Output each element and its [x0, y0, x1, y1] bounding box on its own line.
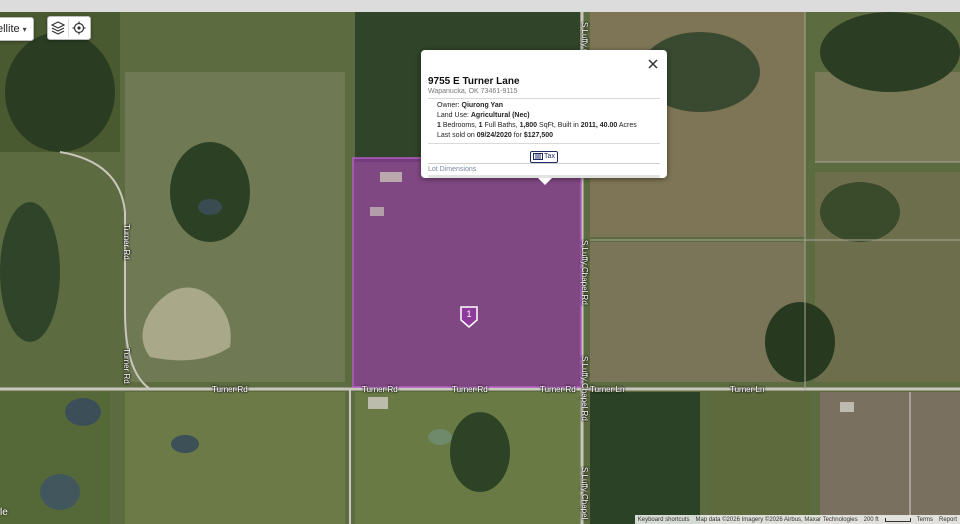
property-address: 9755 E Turner Lane	[428, 76, 520, 87]
close-popup-button[interactable]	[647, 57, 659, 69]
building-stats-line: 1 Bedrooms, 1 Full Baths, 1,800 SqFt, Bu…	[437, 121, 660, 131]
land-use-value: Agricultural (Nec)	[470, 112, 530, 119]
road-label-turner-rd-vertical: Turner Rd	[122, 348, 131, 384]
lot-dimensions-link[interactable]: Lot Dimensions	[428, 163, 660, 173]
road-label-s-luffy-chapel-rd: S Luffy Chapel Rd	[580, 240, 589, 305]
land-use-line: Land Use: Agricultural (Nec)	[437, 111, 660, 121]
bedrooms-value: 1	[437, 122, 441, 129]
bedrooms-label: Bedrooms,	[442, 122, 477, 129]
property-city-line: Wapanucka, OK 73461-9115	[428, 88, 518, 95]
road-label-turner-rd-vertical: Turner Rd	[122, 224, 131, 260]
acres-value: 40.00	[599, 122, 618, 129]
tax-building-icon	[533, 153, 544, 160]
road-label-turner-rd: Turner Rd	[362, 385, 398, 394]
map-type-label: ellite	[0, 23, 20, 35]
sqft-value: 1,800	[519, 122, 538, 129]
sqft-label: SqFt, Built in	[539, 122, 579, 129]
last-sold-for: for	[513, 132, 522, 139]
map-data-credit: Map data ©2026 Imagery ©2026 Airbus, Max…	[695, 516, 858, 523]
road-label-turner-rd: Turner Rd	[452, 385, 488, 394]
popup-scrollbar[interactable]	[428, 175, 660, 178]
road-label-turner-ln: Turner Ln	[590, 385, 625, 394]
property-info-popup: 9755 E Turner Lane Wapanucka, OK 73461-9…	[421, 50, 667, 185]
last-sold-price: $127,500	[523, 132, 554, 139]
road-label-turner-rd: Turner Rd	[540, 385, 576, 394]
road-label-turner-rd: Turner Rd	[212, 385, 248, 394]
target-icon	[72, 21, 86, 35]
acres-label: Acres	[618, 122, 637, 129]
road-label-s-luffy-chapel-rd: S Luffy Chapel Rd	[580, 356, 589, 421]
parcel-marker-number: 1	[466, 309, 472, 319]
close-icon	[648, 59, 658, 69]
land-use-label: Land Use:	[437, 112, 469, 119]
road-label-turner-ln: Turner Ln	[730, 385, 765, 394]
last-sold-date: 09/24/2020	[476, 132, 512, 139]
road-label-s-luffy-chapel: S Luffy Chapel	[580, 467, 589, 520]
map-attribution: Keyboard shortcuts Map data ©2026 Imager…	[634, 515, 960, 524]
map-type-dropdown[interactable]: ellite ▾	[0, 17, 34, 41]
layers-button[interactable]	[48, 18, 68, 38]
owner-value: Qiurong Yan	[461, 102, 504, 109]
layers-icon	[51, 21, 65, 35]
my-location-button[interactable]	[68, 18, 89, 38]
terms-link[interactable]: Terms	[917, 517, 933, 523]
scale-label[interactable]: 200 ft	[864, 517, 879, 523]
baths-label: Full Baths,	[484, 122, 518, 129]
keyboard-shortcuts-link[interactable]: Keyboard shortcuts	[638, 517, 690, 523]
tax-button[interactable]: Tax	[530, 150, 558, 163]
report-link[interactable]: Report	[939, 517, 957, 523]
baths-value: 1	[478, 122, 483, 129]
year-built-value: 2011,	[580, 122, 598, 129]
property-details: Owner: Qiurong Yan Land Use: Agricultura…	[428, 98, 660, 144]
scale-bar	[884, 517, 911, 522]
parcel-marker[interactable]: 1	[459, 305, 479, 329]
last-sold-label: Last sold on	[437, 132, 475, 139]
owner-label: Owner:	[437, 102, 460, 109]
owner-line: Owner: Qiurong Yan	[437, 101, 660, 111]
chevron-down-icon: ▾	[22, 24, 27, 34]
tax-button-label: Tax	[544, 153, 555, 160]
tax-button-row: Tax	[428, 147, 660, 163]
map-corner-text: le	[0, 507, 8, 518]
last-sold-line: Last sold on 09/24/2020 for $127,500	[437, 131, 660, 141]
map-tools	[47, 16, 91, 40]
